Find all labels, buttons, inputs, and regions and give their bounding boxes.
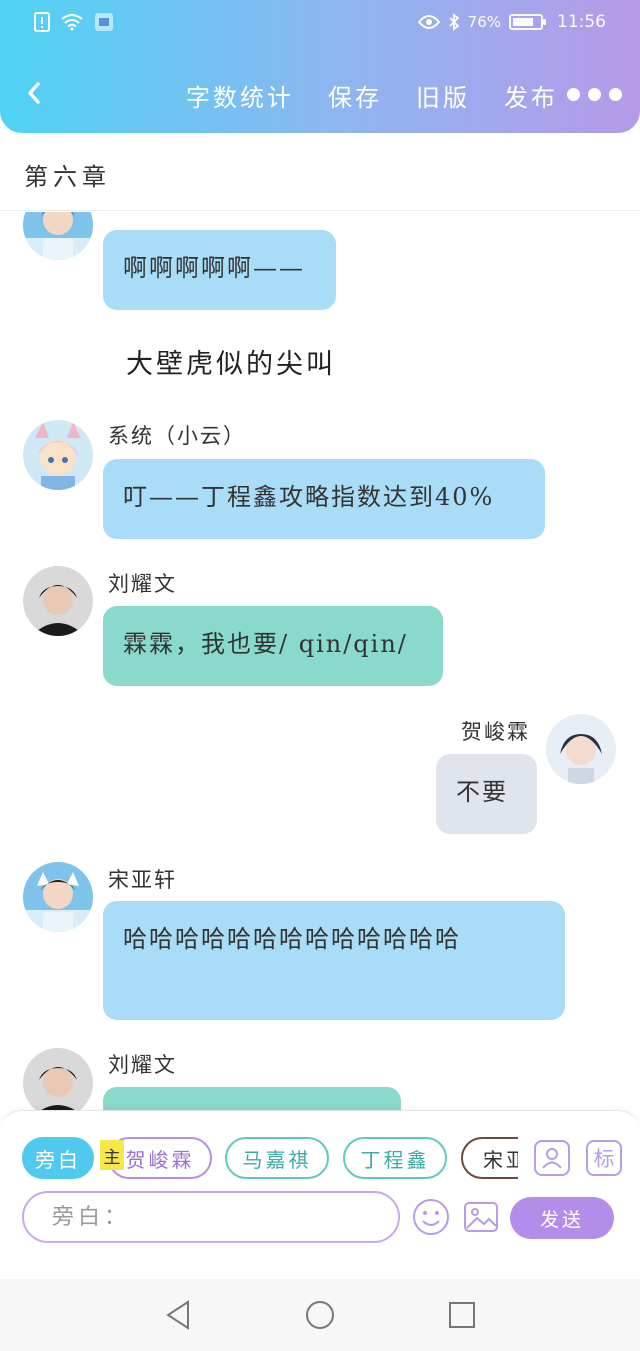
bluetooth-icon	[449, 13, 460, 31]
composer-panel: 旁白 贺峻霖 马嘉祺 丁程鑫 宋亚 主 标 发送	[0, 1110, 640, 1244]
role-chip-narration[interactable]: 旁白	[22, 1137, 94, 1179]
word-count-button[interactable]: 字数统计	[186, 78, 294, 113]
more-dots-icon[interactable]	[567, 88, 622, 101]
tag-button[interactable]: 标	[586, 1140, 622, 1176]
system-navigation-bar	[0, 1279, 640, 1351]
old-version-button[interactable]: 旧版	[416, 78, 470, 113]
publish-button[interactable]: 发布	[504, 78, 558, 113]
chat-area[interactable]: 啊啊啊啊啊—— 大壁虎似的尖叫 系统（小云） 叮——丁程鑫攻略指数达到40% 刘…	[0, 212, 640, 1110]
top-app-bar: 76% 11:56 字数统计 保存 旧版 发布	[0, 0, 640, 133]
sender-name: 系统（小云）	[108, 424, 246, 448]
avatar[interactable]	[23, 420, 93, 490]
role-chip-ma-jiaqi[interactable]: 马嘉祺	[225, 1137, 329, 1179]
chapter-title[interactable]: 第六章	[24, 157, 111, 192]
nav-back-icon[interactable]	[162, 1299, 194, 1331]
message-input[interactable]	[22, 1191, 400, 1243]
character-manage-button[interactable]	[534, 1140, 570, 1176]
role-chip-ding-chengxin[interactable]: 丁程鑫	[343, 1137, 447, 1179]
main-role-tag: 主	[100, 1140, 124, 1170]
clock: 11:56	[557, 12, 606, 32]
status-bar: 76% 11:56	[0, 12, 640, 38]
nav-recents-icon[interactable]	[446, 1299, 478, 1331]
image-icon[interactable]	[462, 1198, 500, 1236]
avatar[interactable]	[23, 862, 93, 932]
save-button[interactable]: 保存	[328, 78, 382, 113]
role-chip-song-yaxuan[interactable]: 宋亚	[461, 1137, 518, 1179]
message-bubble[interactable]: 啊啊啊啊啊——	[103, 230, 336, 310]
message-bubble[interactable]: 哈哈哈哈哈哈哈哈哈哈哈哈哈	[103, 901, 565, 1020]
wifi-icon	[61, 14, 83, 31]
message-bubble[interactable]: 叮——丁程鑫攻略指数达到40%	[103, 459, 545, 539]
sender-name: 刘耀文	[108, 572, 177, 596]
battery-icon	[509, 14, 546, 30]
sender-name: 刘耀文	[108, 1053, 177, 1077]
narration-text[interactable]: 大壁虎似的尖叫	[126, 342, 336, 381]
chevron-left-icon	[28, 82, 40, 104]
sender-name: 贺峻霖	[461, 720, 530, 744]
battery-percent: 76%	[467, 13, 501, 31]
message-bubble[interactable]: 霖霖，我也要/ qin/qin/	[103, 606, 443, 686]
chapter-bar: 第六章	[0, 133, 640, 211]
nav-home-icon[interactable]	[304, 1299, 336, 1331]
eye-icon	[417, 15, 440, 29]
app-notification-icon	[95, 13, 113, 31]
message-bubble[interactable]	[103, 1087, 401, 1110]
sim-alert-icon	[34, 12, 50, 32]
avatar[interactable]	[23, 212, 93, 260]
message-bubble[interactable]: 不要	[436, 754, 537, 834]
avatar[interactable]	[546, 714, 616, 784]
role-chip-list[interactable]: 旁白 贺峻霖 马嘉祺 丁程鑫 宋亚	[22, 1137, 518, 1179]
sender-name: 宋亚轩	[108, 868, 177, 892]
person-icon	[542, 1148, 562, 1169]
avatar[interactable]	[23, 1048, 93, 1110]
send-button[interactable]: 发送	[510, 1197, 614, 1239]
back-button[interactable]	[22, 78, 50, 108]
avatar[interactable]	[23, 566, 93, 636]
emoji-icon[interactable]	[412, 1198, 450, 1236]
